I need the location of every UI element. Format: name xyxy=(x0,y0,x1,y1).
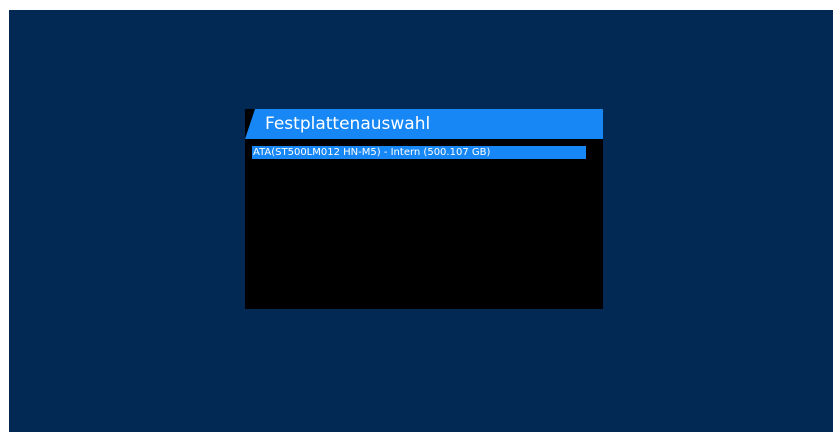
disk-selection-dialog: Festplattenauswahl ATA(ST500LM012 HN-M5)… xyxy=(245,109,603,309)
disk-list-item[interactable]: ATA(ST500LM012 HN-M5) - Intern (500.107 … xyxy=(252,146,586,159)
dialog-title-bar: Festplattenauswahl xyxy=(245,109,603,139)
screen-background: Festplattenauswahl ATA(ST500LM012 HN-M5)… xyxy=(9,10,833,432)
dialog-title: Festplattenauswahl xyxy=(265,114,431,134)
disk-list[interactable]: ATA(ST500LM012 HN-M5) - Intern (500.107 … xyxy=(252,146,586,159)
